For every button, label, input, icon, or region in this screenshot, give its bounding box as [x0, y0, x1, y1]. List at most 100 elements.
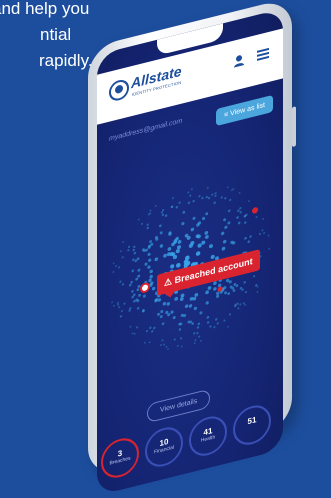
globe-dot: [238, 192, 241, 194]
phone-screen: Allstate IDENTITY PROTECTION myaddress@g…: [97, 8, 283, 496]
globe-dot: [167, 347, 169, 350]
profile-icon[interactable]: [233, 53, 245, 68]
globe-dot: [205, 290, 209, 295]
globe-dot: [197, 322, 201, 326]
globe-dot: [194, 292, 199, 297]
globe-dot: [165, 345, 168, 348]
allstate-hands-icon: [109, 77, 129, 103]
globe-dot: [163, 253, 167, 258]
globe-dot: [136, 288, 140, 292]
globe-dot: [154, 298, 159, 302]
phone-device: Allstate IDENTITY PROTECTION myaddress@g…: [88, 0, 296, 496]
globe-dot: [146, 223, 149, 226]
globe-dot: [244, 236, 247, 240]
globe-dot: [189, 194, 192, 197]
globe-dot: [216, 322, 219, 325]
globe-dot: [214, 194, 217, 197]
globe-dot: [197, 221, 202, 225]
globe-dot: [239, 211, 242, 214]
globe-dot: [239, 303, 242, 306]
globe-dot: [137, 268, 141, 272]
globe-dot: [121, 256, 124, 259]
globe-dot: [223, 319, 226, 322]
globe-dot: [112, 262, 115, 265]
selected-breach-marker[interactable]: [140, 282, 150, 293]
globe-dot: [159, 315, 163, 319]
globe-dot: [256, 291, 259, 294]
globe-dot: [231, 189, 233, 192]
globe-dot: [133, 245, 136, 249]
globe-dot: [263, 232, 266, 235]
globe-dot: [184, 255, 190, 261]
globe-dot: [227, 292, 231, 296]
globe-dot: [175, 236, 179, 241]
globe-dot: [154, 257, 159, 262]
promo-line-1: and help you: [0, 0, 90, 18]
globe-dot: [206, 186, 209, 189]
globe-dot: [170, 205, 173, 209]
globe-dot: [176, 245, 182, 250]
globe-dot: [244, 303, 247, 306]
globe-dot: [195, 251, 201, 256]
globe-dot: [142, 294, 146, 298]
globe-dot: [182, 210, 186, 214]
globe-dot: [198, 335, 201, 338]
globe-dot: [210, 254, 215, 260]
globe-dot: [119, 315, 122, 318]
globe-dot: [134, 259, 138, 263]
globe-dot: [136, 326, 139, 329]
globe-dot: [188, 304, 193, 308]
stat-value: 51: [247, 414, 257, 427]
globe-dot: [247, 240, 251, 244]
hamburger-menu-icon[interactable]: [257, 47, 269, 61]
globe-dot: [112, 271, 115, 274]
globe-dot: [166, 252, 171, 257]
globe-dot: [193, 342, 196, 345]
globe-dot: [180, 337, 183, 340]
globe-dot: [187, 191, 190, 194]
globe-dot: [224, 291, 228, 295]
globe-dot: [256, 285, 259, 288]
globe-dot: [237, 307, 240, 310]
globe-dot: [111, 301, 114, 304]
globe-dot: [178, 328, 182, 331]
globe-dot: [121, 309, 124, 313]
globe-dot: [161, 208, 165, 212]
globe-dot: [176, 262, 181, 268]
account-email: myaddress@gmail.com: [109, 117, 183, 143]
globe-dot: [161, 322, 165, 326]
globe-dot: [216, 291, 220, 295]
view-as-list-button[interactable]: ≡ View as list: [216, 94, 273, 127]
globe-dot: [119, 250, 122, 253]
globe-dot: [180, 313, 184, 318]
globe-dot: [158, 224, 162, 228]
globe-dot: [175, 248, 180, 254]
globe-dot: [175, 206, 179, 209]
globe-dot: [130, 280, 133, 284]
globe-dot: [190, 227, 195, 232]
globe-dot: [262, 217, 265, 220]
stat-financial[interactable]: 10 Financial: [145, 423, 183, 471]
globe-dot: [222, 239, 227, 244]
globe-dot: [148, 341, 151, 344]
globe-dot: [159, 231, 163, 235]
stat-other[interactable]: 51: [233, 401, 271, 449]
globe-dot: [199, 311, 203, 315]
globe-dot: [133, 251, 137, 255]
globe-dot: [132, 258, 135, 262]
globe-dot: [131, 290, 134, 293]
globe-dot: [135, 277, 139, 281]
globe-dot: [133, 299, 136, 303]
globe-dot: [149, 326, 152, 330]
globe-dot: [243, 221, 247, 224]
globe-dot: [201, 196, 204, 200]
globe-dot: [127, 245, 131, 249]
globe-dot: [237, 209, 240, 212]
globe-dot: [166, 302, 171, 306]
globe-dot: [137, 284, 141, 288]
globe-dot: [150, 242, 154, 246]
breach-dot: [252, 207, 258, 214]
globe-dot: [115, 265, 118, 268]
stat-health[interactable]: 41 Health: [189, 412, 227, 460]
stat-breaches[interactable]: 3 Breaches: [101, 434, 139, 482]
